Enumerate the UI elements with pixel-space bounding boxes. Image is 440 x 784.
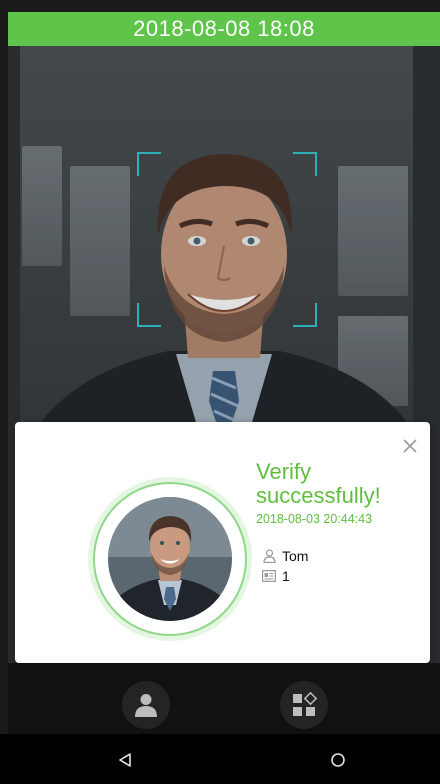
menu-button[interactable] [280, 681, 328, 729]
verify-timestamp: 2018-08-03 20:44:43 [256, 512, 373, 526]
home-icon [331, 753, 345, 767]
person-outline-icon [262, 549, 276, 563]
close-icon [403, 439, 417, 453]
user-photo-image [108, 497, 232, 621]
frame-corner [293, 303, 317, 327]
verification-dialog: Verify successfully! 2018-08-03 20:44:43… [15, 422, 430, 663]
user-name: Tom [282, 548, 309, 564]
user-button[interactable] [122, 681, 170, 729]
back-icon [119, 753, 131, 767]
user-name-row: Tom [262, 548, 308, 564]
user-id: 1 [282, 568, 290, 584]
frame-corner [293, 152, 317, 176]
home-button[interactable] [324, 746, 352, 774]
user-photo [106, 495, 234, 623]
navigation-bar [0, 734, 440, 784]
back-button[interactable] [111, 746, 139, 774]
apps-grid-icon [293, 692, 317, 716]
verify-result-title: Verify successfully! [256, 459, 381, 508]
frame-corner [137, 152, 161, 176]
person-icon [135, 694, 157, 717]
user-id-row: 1 [262, 568, 290, 584]
user-photo-ring [93, 482, 247, 636]
close-button[interactable] [398, 434, 422, 458]
device-screen: 2018-08-08 18:08 Verify successfully! 20… [0, 0, 440, 784]
bottom-toolbar [8, 663, 440, 734]
datetime-bar: 2018-08-08 18:08 [8, 12, 440, 46]
id-card-icon [262, 569, 276, 583]
datetime-text: 2018-08-08 18:08 [133, 16, 315, 41]
frame-corner [137, 303, 161, 327]
face-detection-frame [137, 152, 317, 327]
